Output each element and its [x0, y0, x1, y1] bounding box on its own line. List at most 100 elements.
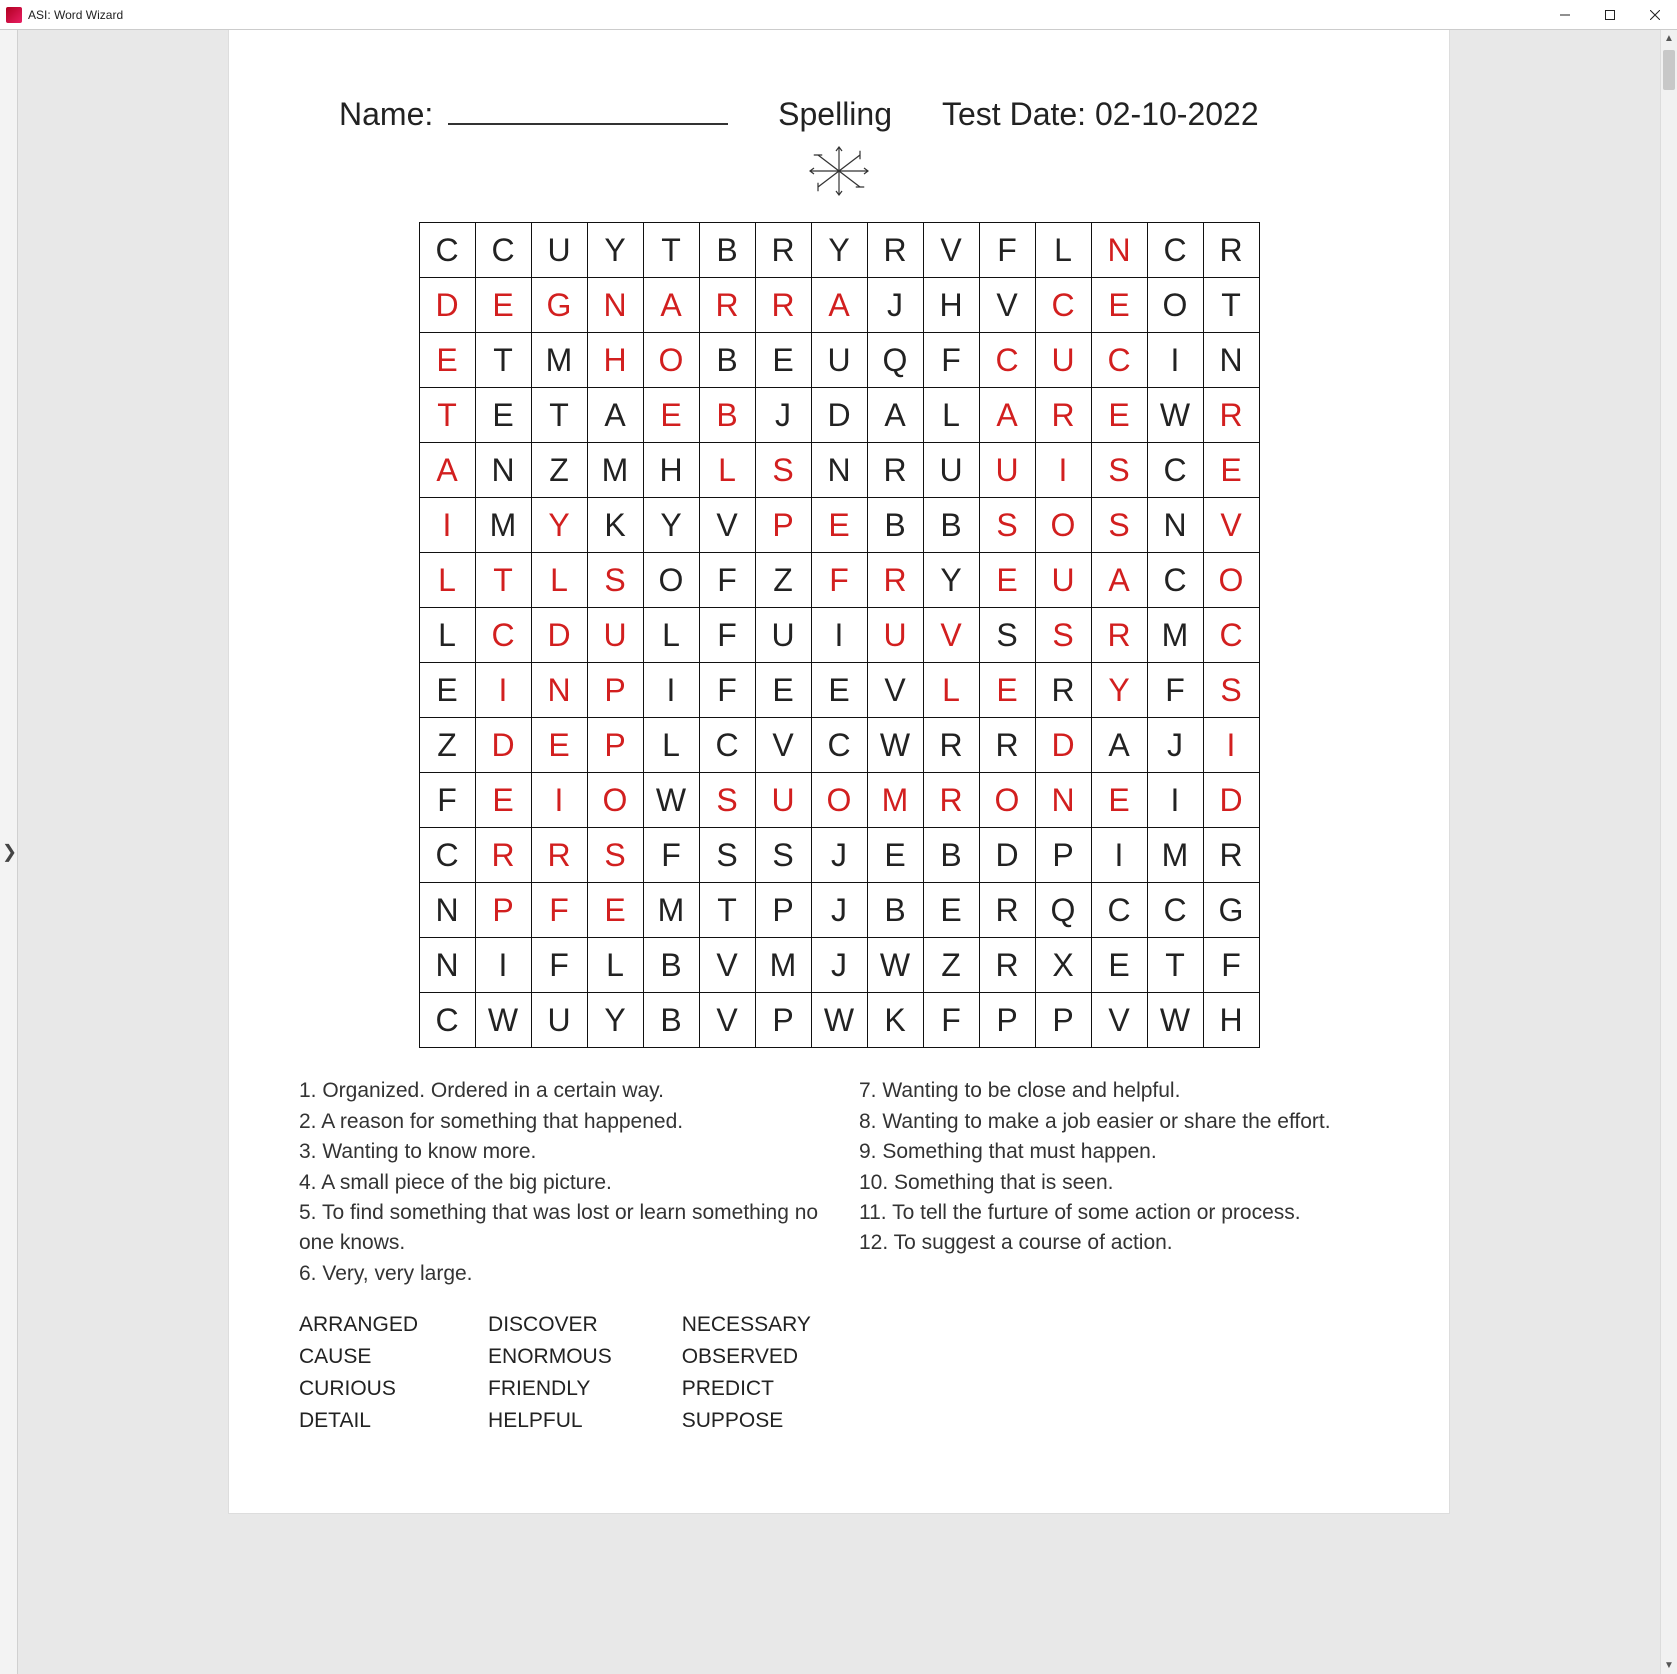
grid-cell: B: [643, 938, 699, 993]
grid-cell: S: [699, 773, 755, 828]
clue-item: 6. Very, very large.: [299, 1259, 819, 1289]
grid-cell: J: [755, 388, 811, 443]
grid-cell: F: [531, 938, 587, 993]
maximize-button[interactable]: [1587, 0, 1632, 30]
clue-item: 2. A reason for something that happened.: [299, 1107, 819, 1137]
grid-cell: E: [1203, 443, 1259, 498]
clue-column-right: 7. Wanting to be close and helpful.8. Wa…: [859, 1076, 1379, 1289]
word-bank-column: NECESSARYOBSERVEDPREDICTSUPPOSE: [682, 1313, 811, 1433]
grid-row: DEGNARRAJHVCEOT: [419, 278, 1259, 333]
grid-row: EINPIFEEVLERYFS: [419, 663, 1259, 718]
word-bank-column: DISCOVERENORMOUSFRIENDLYHELPFUL: [488, 1313, 612, 1433]
grid-cell: H: [643, 443, 699, 498]
grid-cell: D: [1035, 718, 1091, 773]
grid-cell: L: [419, 553, 475, 608]
grid-cell: U: [531, 993, 587, 1048]
grid-cell: U: [811, 333, 867, 388]
grid-cell: C: [1203, 608, 1259, 663]
scroll-up-icon[interactable]: ▲: [1661, 30, 1677, 47]
grid-cell: C: [1147, 223, 1203, 278]
grid-row: CWUYBVPWKFPPVWH: [419, 993, 1259, 1048]
grid-cell: E: [923, 883, 979, 938]
grid-cell: S: [587, 828, 643, 883]
test-date-label: Test Date:: [942, 96, 1086, 132]
grid-cell: O: [1203, 553, 1259, 608]
grid-cell: I: [1203, 718, 1259, 773]
word-bank-column: ARRANGEDCAUSECURIOUSDETAIL: [299, 1313, 418, 1433]
grid-row: NPFEMTPJBERQCCG: [419, 883, 1259, 938]
grid-cell: C: [811, 718, 867, 773]
grid-cell: E: [979, 663, 1035, 718]
grid-cell: C: [979, 333, 1035, 388]
grid-cell: E: [475, 278, 531, 333]
scroll-thumb[interactable]: [1663, 50, 1675, 90]
grid-cell: B: [867, 883, 923, 938]
grid-cell: V: [699, 993, 755, 1048]
grid-cell: B: [923, 828, 979, 883]
grid-cell: C: [419, 223, 475, 278]
grid-cell: P: [755, 883, 811, 938]
grid-cell: C: [699, 718, 755, 773]
grid-cell: I: [1147, 773, 1203, 828]
grid-cell: D: [979, 828, 1035, 883]
grid-cell: M: [643, 883, 699, 938]
grid-cell: L: [1035, 223, 1091, 278]
grid-cell: E: [531, 718, 587, 773]
grid-cell: N: [475, 443, 531, 498]
grid-cell: N: [1035, 773, 1091, 828]
left-panel-collapsed: ❯: [0, 30, 18, 1674]
grid-cell: T: [475, 553, 531, 608]
grid-cell: L: [643, 608, 699, 663]
grid-cell: F: [923, 993, 979, 1048]
grid-cell: Z: [419, 718, 475, 773]
grid-cell: S: [1091, 498, 1147, 553]
grid-cell: W: [475, 993, 531, 1048]
clue-column-left: 1. Organized. Ordered in a certain way.2…: [299, 1076, 819, 1289]
minimize-button[interactable]: [1542, 0, 1587, 30]
grid-cell: E: [1091, 388, 1147, 443]
grid-cell: A: [811, 278, 867, 333]
grid-cell: T: [699, 883, 755, 938]
close-button[interactable]: [1632, 0, 1677, 30]
grid-cell: S: [699, 828, 755, 883]
scroll-down-icon[interactable]: ▼: [1661, 1657, 1677, 1674]
grid-cell: R: [1091, 608, 1147, 663]
grid-cell: F: [419, 773, 475, 828]
grid-row: CCUYTBRYRVFLNCR: [419, 223, 1259, 278]
grid-cell: E: [1091, 773, 1147, 828]
grid-cell: B: [923, 498, 979, 553]
grid-cell: V: [1091, 993, 1147, 1048]
grid-cell: C: [1147, 443, 1203, 498]
grid-cell: R: [755, 223, 811, 278]
grid-row: FEIOWSUOMRONEID: [419, 773, 1259, 828]
clue-item: 5. To find something that was lost or le…: [299, 1198, 819, 1259]
grid-cell: P: [755, 498, 811, 553]
grid-cell: W: [867, 938, 923, 993]
grid-cell: I: [531, 773, 587, 828]
grid-cell: V: [867, 663, 923, 718]
grid-cell: O: [1147, 278, 1203, 333]
grid-cell: N: [531, 663, 587, 718]
grid-cell: F: [811, 553, 867, 608]
grid-cell: G: [1203, 883, 1259, 938]
grid-cell: Y: [587, 993, 643, 1048]
vertical-scrollbar[interactable]: ▲ ▼: [1660, 30, 1677, 1674]
grid-cell: G: [531, 278, 587, 333]
grid-cell: W: [1147, 388, 1203, 443]
grid-row: ETMHOBEUQFCUCIN: [419, 333, 1259, 388]
grid-cell: I: [475, 663, 531, 718]
grid-cell: U: [531, 223, 587, 278]
clue-item: 4. A small piece of the big picture.: [299, 1168, 819, 1198]
grid-cell: L: [531, 553, 587, 608]
grid-cell: N: [419, 883, 475, 938]
grid-cell: F: [643, 828, 699, 883]
grid-cell: O: [811, 773, 867, 828]
grid-cell: P: [1035, 993, 1091, 1048]
grid-row: ANZMHLSNRUUISCE: [419, 443, 1259, 498]
grid-cell: R: [1035, 388, 1091, 443]
grid-cell: R: [979, 718, 1035, 773]
grid-cell: Y: [923, 553, 979, 608]
expand-panel-icon[interactable]: ❯: [2, 842, 17, 863]
grid-cell: B: [699, 223, 755, 278]
grid-cell: J: [811, 938, 867, 993]
